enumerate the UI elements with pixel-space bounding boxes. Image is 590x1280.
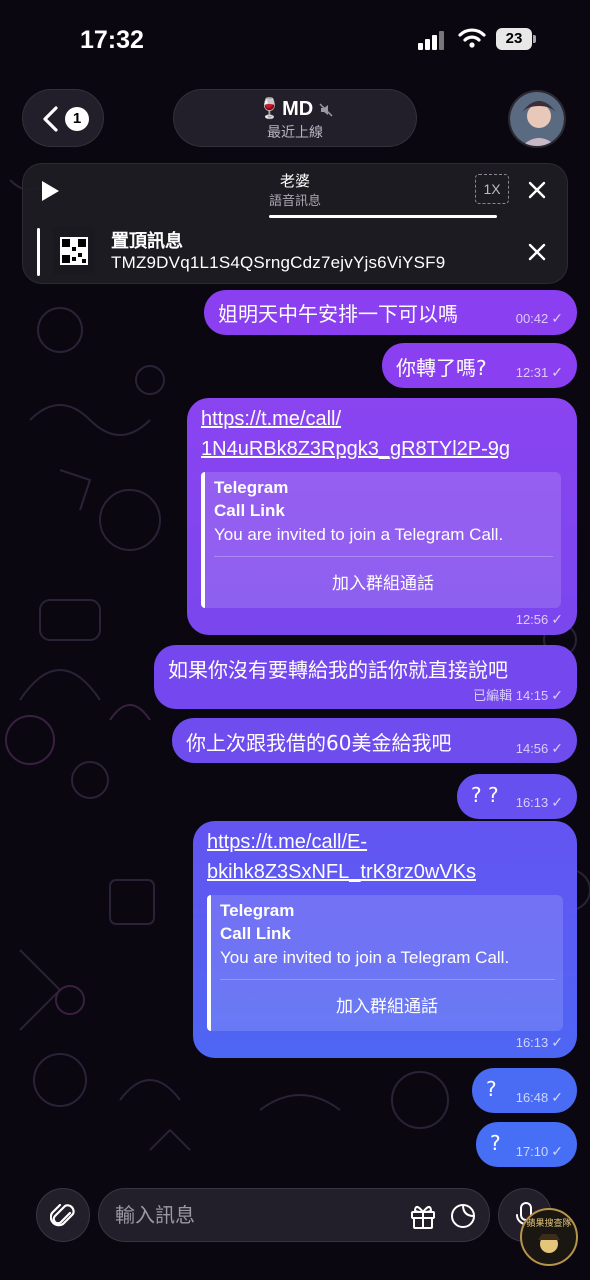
checkmark-icon: ✓	[551, 364, 563, 380]
message-time: 12:31 ✓	[515, 364, 563, 380]
checkmark-icon: ✓	[551, 1034, 563, 1050]
checkmark-icon: ✓	[551, 794, 563, 810]
status-time: 17:32	[80, 26, 144, 54]
link-message-bubble[interactable]: https://t.me/call/E- bkihk8Z3SxNFL_trK8r…	[193, 821, 577, 1058]
message-time: 16:48 ✓	[515, 1089, 563, 1105]
gift-icon[interactable]	[409, 1202, 437, 1230]
preview-description: You are invited to join a Telegram Call.	[214, 525, 504, 544]
message-time: 17:10 ✓	[515, 1143, 563, 1159]
link-preview[interactable]: Telegram Call Link You are invited to jo…	[201, 472, 561, 608]
last-seen-status: 最近上線	[267, 125, 323, 141]
contact-name: 🍷MD	[257, 98, 314, 120]
message-input[interactable]	[115, 1201, 395, 1229]
message-time: 16:13 ✓	[515, 794, 563, 810]
message-time: 16:13 ✓	[515, 1034, 563, 1050]
preview-title: Call Link	[214, 501, 285, 520]
message-time: 00:42 ✓	[515, 310, 563, 326]
checkmark-icon: ✓	[551, 687, 563, 703]
message-text: ?	[490, 1131, 501, 1155]
message-link[interactable]: https://t.me/call/E-	[207, 831, 367, 854]
checkmark-icon: ✓	[551, 1143, 563, 1159]
pinned-label: 置頂訊息	[111, 231, 183, 252]
message-link-cont[interactable]: 1N4uRBk8Z3Rpgk3_gR8TYl2P-9g	[201, 438, 510, 461]
contact-name-row: 🍷MD	[174, 96, 416, 121]
message-text: 姐明天中午安排一下可以嗎	[218, 302, 458, 326]
preview-site: Telegram	[220, 901, 295, 920]
audio-progress[interactable]	[269, 215, 497, 218]
checkmark-icon: ✓	[551, 740, 563, 756]
close-pinned-icon[interactable]	[527, 242, 547, 262]
message-bubble[interactable]: 你上次跟我借的60美金給我吧 14:56 ✓	[172, 718, 577, 763]
back-button[interactable]: 1	[22, 89, 104, 147]
pinned-message-text[interactable]: TMZ9DVq1L1S4QSrngCdz7ejvYjs6ViYSF9	[111, 253, 445, 273]
avatar[interactable]	[508, 90, 566, 148]
link-message-bubble[interactable]: https://t.me/call/ 1N4uRBk8Z3Rpgk3_gR8TY…	[187, 398, 577, 635]
preview-description: You are invited to join a Telegram Call.	[220, 948, 510, 967]
message-text: 你上次跟我借的60美金給我吧	[186, 731, 452, 755]
preview-title: Call Link	[220, 924, 291, 943]
battery-level: 23	[505, 30, 523, 47]
message-bubble[interactable]: 如果你沒有要轉給我的話你就直接說吧 已編輯 14:15 ✓	[154, 645, 577, 709]
message-text: ?	[486, 1077, 497, 1101]
checkmark-icon: ✓	[551, 310, 563, 326]
mute-icon	[319, 103, 333, 117]
message-text: 如果你沒有要轉給我的話你就直接說吧	[168, 658, 508, 682]
message-bubble[interactable]: ? 16:48 ✓	[472, 1068, 577, 1113]
message-link[interactable]: https://t.me/call/	[201, 408, 341, 431]
join-call-button[interactable]: 加入群組通話	[211, 992, 563, 1017]
top-panel: 老婆 語音訊息 1X 置頂訊息 TMZ9DVq1L1S4QSrngCdz7ejv…	[22, 163, 568, 284]
battery-indicator: 23	[496, 28, 536, 50]
message-text: 你轉了嗎?	[396, 356, 487, 380]
message-bubble[interactable]: 你轉了嗎? 12:31 ✓	[382, 343, 577, 388]
status-bar: 17:32 23	[0, 0, 590, 80]
message-time: 已編輯 14:15 ✓	[473, 687, 563, 703]
wifi-icon	[458, 28, 486, 48]
paperclip-icon	[50, 1203, 75, 1227]
playback-speed-button[interactable]: 1X	[475, 174, 509, 204]
back-chevron-icon	[43, 106, 58, 132]
message-bubble[interactable]: ? ? 16:13 ✓	[457, 774, 577, 819]
message-link-cont[interactable]: bkihk8Z3SxNFL_trK8rz0wVKs	[207, 861, 476, 884]
chat-title[interactable]: 🍷MD 最近上線	[173, 89, 417, 147]
link-preview[interactable]: Telegram Call Link You are invited to jo…	[207, 895, 563, 1031]
checkmark-icon: ✓	[551, 611, 563, 627]
preview-site: Telegram	[214, 478, 289, 497]
message-time: 12:56 ✓	[515, 611, 563, 627]
edited-label: 已編輯	[473, 688, 513, 703]
qr-code-icon	[53, 227, 95, 275]
watermark-logo: 蘋果搜查隊	[520, 1208, 578, 1266]
signal-icon	[418, 31, 444, 50]
pin-indicator	[37, 228, 40, 276]
message-time: 14:56 ✓	[515, 740, 563, 756]
attach-button[interactable]	[36, 1188, 90, 1242]
message-bubble[interactable]: ? 17:10 ✓	[476, 1122, 577, 1167]
close-icon[interactable]	[527, 180, 547, 200]
message-text: ? ?	[471, 783, 499, 807]
join-call-button[interactable]: 加入群組通話	[205, 569, 561, 594]
checkmark-icon: ✓	[551, 1089, 563, 1105]
sticker-icon[interactable]	[449, 1202, 477, 1230]
message-input-container	[98, 1188, 490, 1242]
message-bubble[interactable]: 姐明天中午安排一下可以嗎 00:42 ✓	[204, 290, 577, 335]
unread-badge: 1	[65, 107, 89, 131]
